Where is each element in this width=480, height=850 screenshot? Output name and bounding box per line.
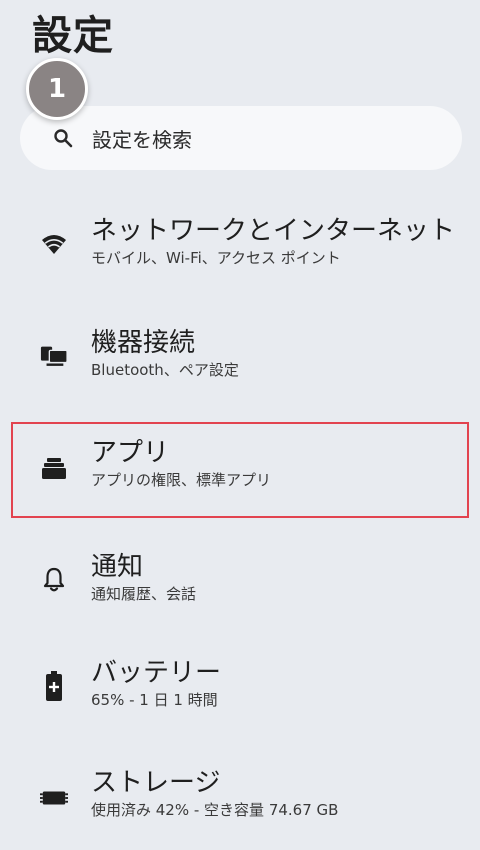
item-title: 機器接続 [91,328,196,358]
settings-item-battery[interactable]: バッテリー 65% - 1 日 1 時間 [0,640,480,740]
settings-item-apps[interactable]: アプリ アプリの権限、標準アプリ [0,420,480,520]
item-subtitle: アプリの権限、標準アプリ [91,471,272,490]
settings-item-connected-devices[interactable]: 機器接続 Bluetooth、ペア設定 [0,304,480,404]
settings-item-storage[interactable]: ストレージ 使用済み 42% - 空き容量 74.67 GB [0,750,480,850]
item-title: バッテリー [91,658,222,688]
item-subtitle: 通知履歴、会話 [91,585,197,604]
search-bar[interactable]: 設定を検索 [20,106,462,170]
bell-icon [40,566,68,594]
settings-item-notifications[interactable]: 通知 通知履歴、会話 [0,530,480,630]
connected-devices-icon [40,342,68,370]
settings-item-network[interactable]: ネットワークとインターネット モバイル、Wi-Fi、アクセス ポイント [0,194,480,294]
battery-icon [40,671,68,701]
item-title: ストレージ [91,768,221,798]
item-subtitle: 使用済み 42% - 空き容量 74.67 GB [91,801,339,820]
item-title: 通知 [91,552,144,582]
search-placeholder: 設定を検索 [92,127,192,152]
step-badge: 1 [26,58,88,120]
storage-icon [40,784,68,812]
item-subtitle: 65% - 1 日 1 時間 [91,691,218,710]
item-subtitle: Bluetooth、ペア設定 [91,361,239,380]
apps-icon [40,454,68,482]
wifi-icon [40,230,68,258]
item-title: アプリ [91,438,170,468]
search-icon [52,127,74,149]
item-title: ネットワークとインターネット [91,216,456,246]
item-subtitle: モバイル、Wi-Fi、アクセス ポイント [91,249,341,268]
page-title: 設定 [32,13,114,59]
